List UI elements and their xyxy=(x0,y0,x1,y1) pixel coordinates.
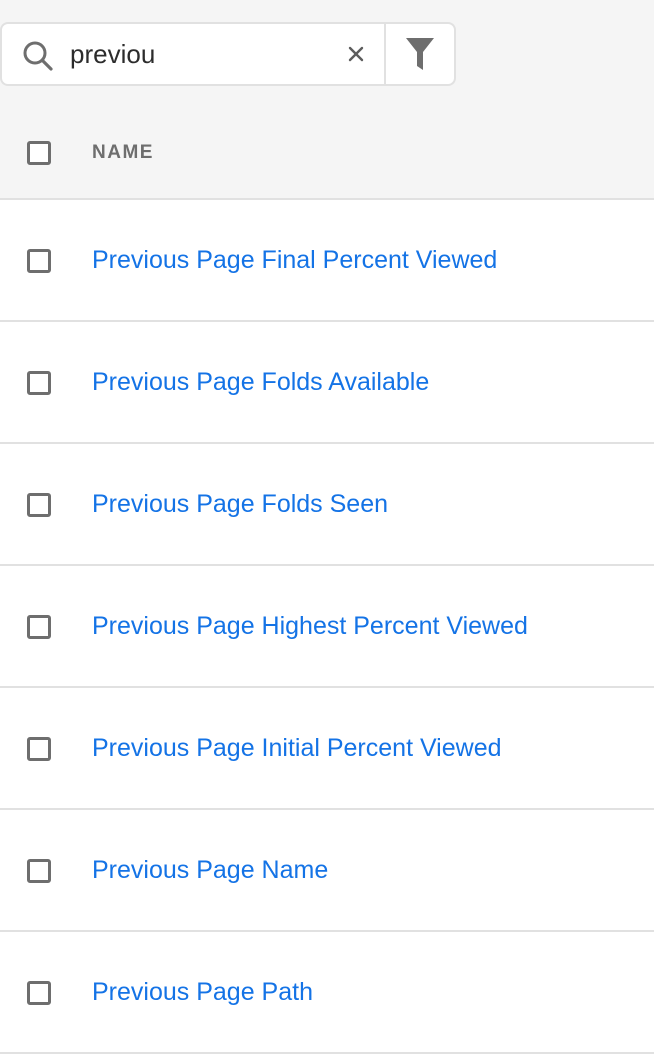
row-name-link[interactable]: Previous Page Name xyxy=(92,856,328,885)
row-checkbox[interactable] xyxy=(27,981,51,1005)
filter-button[interactable] xyxy=(384,22,456,86)
table-row[interactable]: Previous Page Folds Seen xyxy=(0,444,654,566)
table-row[interactable]: Previous Page Initial Percent Viewed xyxy=(0,688,654,810)
row-checkbox[interactable] xyxy=(27,615,51,639)
close-icon xyxy=(348,46,364,62)
row-checkbox[interactable] xyxy=(27,737,51,761)
row-name-link[interactable]: Previous Page Path xyxy=(92,978,313,1007)
select-all-checkbox[interactable] xyxy=(27,141,51,165)
row-name-link[interactable]: Previous Page Highest Percent Viewed xyxy=(92,612,528,641)
row-name-link[interactable]: Previous Page Folds Available xyxy=(92,368,429,397)
column-header-name[interactable]: NAME xyxy=(92,142,154,164)
row-checkbox[interactable] xyxy=(27,249,51,273)
row-name-link[interactable]: Previous Page Folds Seen xyxy=(92,490,388,519)
table-row[interactable]: Previous Page Path xyxy=(0,932,654,1054)
table-row[interactable]: Previous Page Final Percent Viewed xyxy=(0,200,654,322)
clear-search-button[interactable] xyxy=(338,36,374,72)
table-row[interactable]: Previous Page Folds Available xyxy=(0,322,654,444)
search-input[interactable] xyxy=(70,34,320,74)
table-header: NAME xyxy=(0,120,654,186)
row-checkbox[interactable] xyxy=(27,493,51,517)
filter-icon xyxy=(406,38,434,70)
toolbar-area: NAME xyxy=(0,0,654,200)
search-row xyxy=(0,22,456,86)
row-name-link[interactable]: Previous Page Final Percent Viewed xyxy=(92,246,497,275)
row-name-link[interactable]: Previous Page Initial Percent Viewed xyxy=(92,734,502,763)
row-checkbox[interactable] xyxy=(27,371,51,395)
search-icon xyxy=(22,40,54,72)
table-row[interactable]: Previous Page Highest Percent Viewed xyxy=(0,566,654,688)
table-row[interactable]: Previous Page Name xyxy=(0,810,654,932)
table-body: Previous Page Final Percent Viewed Previ… xyxy=(0,200,654,1054)
search-field[interactable] xyxy=(0,22,384,86)
row-checkbox[interactable] xyxy=(27,859,51,883)
